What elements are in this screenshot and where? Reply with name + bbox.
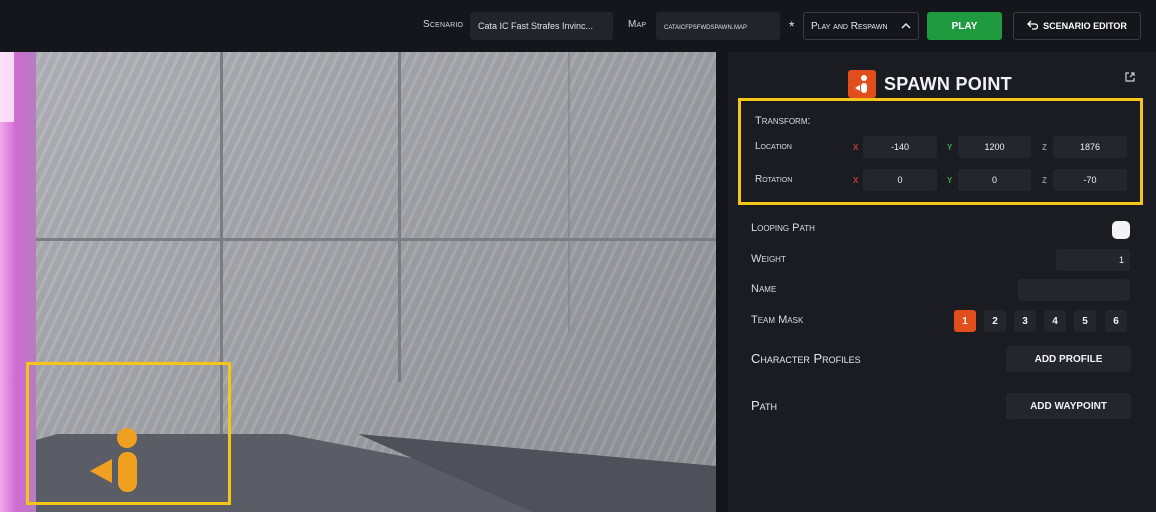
wall-seam	[36, 238, 716, 241]
rotation-x-input[interactable]: 0	[863, 169, 937, 191]
scenario-label: Scenario	[423, 19, 464, 30]
looping-path-toggle[interactable]	[1112, 221, 1130, 239]
map-label: Map	[628, 19, 647, 30]
axis-z-label: Z	[1042, 143, 1047, 152]
add-profile-button[interactable]: ADD PROFILE	[1006, 346, 1131, 372]
axis-z-label: Z	[1042, 176, 1047, 185]
wall-seam	[398, 52, 401, 382]
axis-y-label: Y	[947, 143, 953, 152]
unsaved-marker: *	[789, 18, 795, 34]
team-mask-chip-3[interactable]: 3	[1014, 310, 1036, 332]
panel-header: SPAWN POINT	[848, 70, 1012, 98]
scenario-editor-label: SCENARIO EDITOR	[1043, 21, 1127, 31]
weight-label: Weight	[751, 253, 786, 265]
team-mask-chip-2[interactable]: 2	[984, 310, 1006, 332]
weight-input[interactable]: 1	[1056, 249, 1130, 271]
map-selector[interactable]: cataicfpsfwdspawn.map	[656, 12, 780, 40]
axis-x-label: X	[853, 176, 859, 185]
axis-y-label: Y	[947, 176, 953, 185]
spawn-point-icon[interactable]	[88, 425, 148, 497]
play-button[interactable]: PLAY	[927, 12, 1002, 40]
scene-viewport[interactable]	[0, 52, 716, 512]
location-y-input[interactable]: 1200	[958, 136, 1031, 158]
rotation-label: Rotation	[755, 174, 793, 185]
team-mask-chip-5[interactable]: 5	[1074, 310, 1096, 332]
chevron-up-icon	[901, 21, 911, 32]
location-label: Location	[755, 141, 792, 152]
top-bar: Scenario Cata IC Fast Strafes Invinc... …	[0, 0, 1156, 52]
add-waypoint-button[interactable]: ADD WAYPOINT	[1006, 393, 1131, 419]
team-mask-chip-1[interactable]: 1	[954, 310, 976, 332]
spawn-point-badge-icon	[848, 70, 876, 98]
name-label: Name	[751, 283, 777, 295]
location-x-input[interactable]: -140	[863, 136, 937, 158]
play-mode-dropdown[interactable]: Play and Respawn	[803, 12, 919, 40]
play-mode-value: Play and Respawn	[811, 20, 888, 32]
rotation-y-input[interactable]: 0	[958, 169, 1031, 191]
name-input[interactable]	[1018, 279, 1130, 301]
undo-arrow-icon	[1027, 20, 1039, 32]
team-mask-chip-4[interactable]: 4	[1044, 310, 1066, 332]
looping-path-label: Looping Path	[751, 222, 815, 234]
team-mask-label: Team Mask	[751, 314, 804, 326]
axis-x-label: X	[853, 143, 859, 152]
location-z-input[interactable]: 1876	[1053, 136, 1127, 158]
team-mask-chip-6[interactable]: 6	[1105, 310, 1127, 332]
panel-title: SPAWN POINT	[884, 73, 1012, 94]
transform-label: Transform:	[755, 115, 811, 127]
pink-pillar-highlight	[0, 52, 14, 122]
scenario-selector[interactable]: Cata IC Fast Strafes Invinc...	[470, 12, 613, 40]
character-profiles-label: Character Profiles	[751, 351, 861, 366]
external-link-icon[interactable]	[1125, 72, 1135, 85]
rotation-z-input[interactable]: -70	[1053, 169, 1127, 191]
wall-seam	[568, 52, 570, 332]
properties-panel: SPAWN POINT Transform: Location Rotation…	[728, 52, 1156, 512]
path-label: Path	[751, 398, 778, 413]
scenario-editor-button[interactable]: SCENARIO EDITOR	[1013, 12, 1141, 40]
